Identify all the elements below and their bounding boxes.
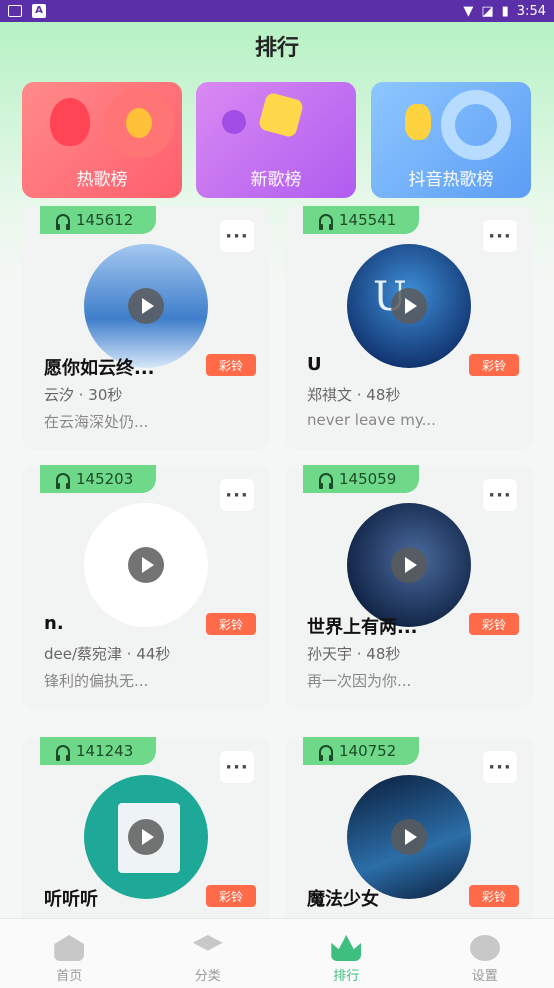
album-cover[interactable] <box>347 503 471 627</box>
page-title: 排行 <box>254 36 299 61</box>
headphone-icon <box>56 745 70 761</box>
crown-icon <box>331 935 362 961</box>
play-icon[interactable] <box>128 288 164 324</box>
song-artist-duration: 云汐 · 30秒 <box>44 386 123 404</box>
play-count: 145541 <box>339 211 397 229</box>
song-title: 世界上有两... <box>307 617 418 638</box>
album-cover[interactable] <box>84 244 208 368</box>
layers-icon <box>192 935 223 951</box>
play-icon[interactable] <box>128 547 164 583</box>
play-count-badge: 141243 <box>40 737 156 765</box>
nav-tab-ranking[interactable]: 排行 <box>277 919 416 988</box>
song-title: 魔法少女 <box>307 889 379 910</box>
play-icon[interactable] <box>128 819 164 855</box>
flame-icon <box>50 98 90 146</box>
more-options-button[interactable]: ··· <box>220 220 254 252</box>
nav-label: 排行 <box>333 969 360 984</box>
ringtone-button[interactable]: 彩铃 <box>206 354 256 376</box>
ringtone-button[interactable]: 彩铃 <box>206 885 256 907</box>
headphone-icon <box>319 745 333 761</box>
play-count-badge: 140752 <box>303 737 419 765</box>
wifi-icon: ▼ <box>463 3 474 19</box>
play-count-badge: 145541 <box>303 206 419 234</box>
more-options-button[interactable]: ··· <box>220 479 254 511</box>
play-count: 141243 <box>76 742 134 760</box>
category-new-songs[interactable]: 新歌榜 <box>196 82 356 198</box>
more-options-button[interactable]: ··· <box>483 479 517 511</box>
headphone-icon <box>319 214 333 230</box>
nav-tab-category[interactable]: 分类 <box>139 919 278 988</box>
app-notification-icon: A <box>32 4 46 18</box>
nav-label: 首页 <box>56 969 83 984</box>
song-title: 愿你如云终... <box>44 358 155 379</box>
play-count: 145612 <box>76 211 134 229</box>
play-icon[interactable] <box>391 288 427 324</box>
more-options-button[interactable]: ··· <box>220 751 254 783</box>
category-hot-songs[interactable]: 热歌榜 <box>22 82 182 198</box>
song-lyric-snippet: 在云海深处仍... <box>44 413 149 431</box>
nav-label: 分类 <box>194 969 221 984</box>
status-bar: A ▼ ◪ ▮ 3:54 <box>0 0 554 22</box>
play-count-badge: 145203 <box>40 465 156 493</box>
nav-label: 设置 <box>471 969 498 984</box>
song-title: 听听听 <box>44 889 98 910</box>
home-icon <box>54 935 85 961</box>
mail-icon <box>8 5 22 17</box>
play-count-badge: 145612 <box>40 206 156 234</box>
song-lyric-snippet: never leave my... <box>307 411 436 429</box>
song-card[interactable]: 145203 ··· n. 彩铃 dee/蔡宛津 · 44秒 锋利的偏执无... <box>22 465 270 709</box>
song-lyric-snippet: 锋利的偏执无... <box>44 672 149 690</box>
douyin-ring-icon <box>441 90 511 160</box>
play-icon[interactable] <box>391 547 427 583</box>
bottom-nav: 首页 分类 排行 设置 <box>0 918 554 988</box>
play-icon[interactable] <box>391 819 427 855</box>
ringtone-button[interactable]: 彩铃 <box>206 613 256 635</box>
category-douyin-hot-songs[interactable]: 抖音热歌榜 <box>371 82 531 198</box>
signal-icon: ◪ <box>481 3 494 19</box>
song-artist-duration: 郑祺文 · 48秒 <box>307 386 401 404</box>
more-options-button[interactable]: ··· <box>483 751 517 783</box>
album-cover[interactable] <box>84 775 208 899</box>
play-count-badge: 145059 <box>303 465 419 493</box>
music-note-icon <box>222 110 246 134</box>
play-count: 145203 <box>76 470 134 488</box>
song-artist-duration: dee/蔡宛津 · 44秒 <box>44 645 171 663</box>
headphone-icon <box>319 473 333 489</box>
douyin-note-icon <box>405 104 431 140</box>
album-cover[interactable]: U <box>347 244 471 368</box>
play-count: 145059 <box>339 470 397 488</box>
status-time: 3:54 <box>516 3 546 19</box>
song-card[interactable]: 145059 ··· 世界上有两... 彩铃 孙天宇 · 48秒 再一次因为你.… <box>285 465 533 709</box>
song-card[interactable]: 145612 ··· 愿你如云终... 彩铃 云汐 · 30秒 在云海深处仍..… <box>22 206 270 450</box>
play-count: 140752 <box>339 742 397 760</box>
ringtone-button[interactable]: 彩铃 <box>469 885 519 907</box>
song-title: U <box>307 354 322 375</box>
ringtone-button[interactable]: 彩铃 <box>469 354 519 376</box>
ranking-page: 排行 热歌榜 新歌榜 抖音热歌榜 145612 ··· 愿你如云终... 彩铃 … <box>0 22 554 988</box>
ringtone-button[interactable]: 彩铃 <box>469 613 519 635</box>
gear-icon <box>469 935 500 961</box>
headphone-icon <box>56 214 70 230</box>
category-label: 新歌榜 <box>250 170 302 190</box>
song-title: n. <box>44 613 64 634</box>
song-lyric-snippet: 再一次因为你... <box>307 672 412 690</box>
more-options-button[interactable]: ··· <box>483 220 517 252</box>
nav-tab-settings[interactable]: 设置 <box>416 919 554 988</box>
category-label: 抖音热歌榜 <box>408 170 494 190</box>
album-cover[interactable] <box>347 775 471 899</box>
nav-tab-home[interactable]: 首页 <box>0 919 139 988</box>
song-artist-duration: 孙天宇 · 48秒 <box>307 645 401 663</box>
category-label: 热歌榜 <box>76 170 128 190</box>
headphone-icon <box>56 473 70 489</box>
battery-icon: ▮ <box>501 3 509 19</box>
song-card[interactable]: 145541 ··· U U 彩铃 郑祺文 · 48秒 never leave … <box>285 206 533 450</box>
album-cover[interactable] <box>84 503 208 627</box>
new-badge-icon <box>257 91 305 139</box>
flame-badge-icon <box>104 88 174 158</box>
